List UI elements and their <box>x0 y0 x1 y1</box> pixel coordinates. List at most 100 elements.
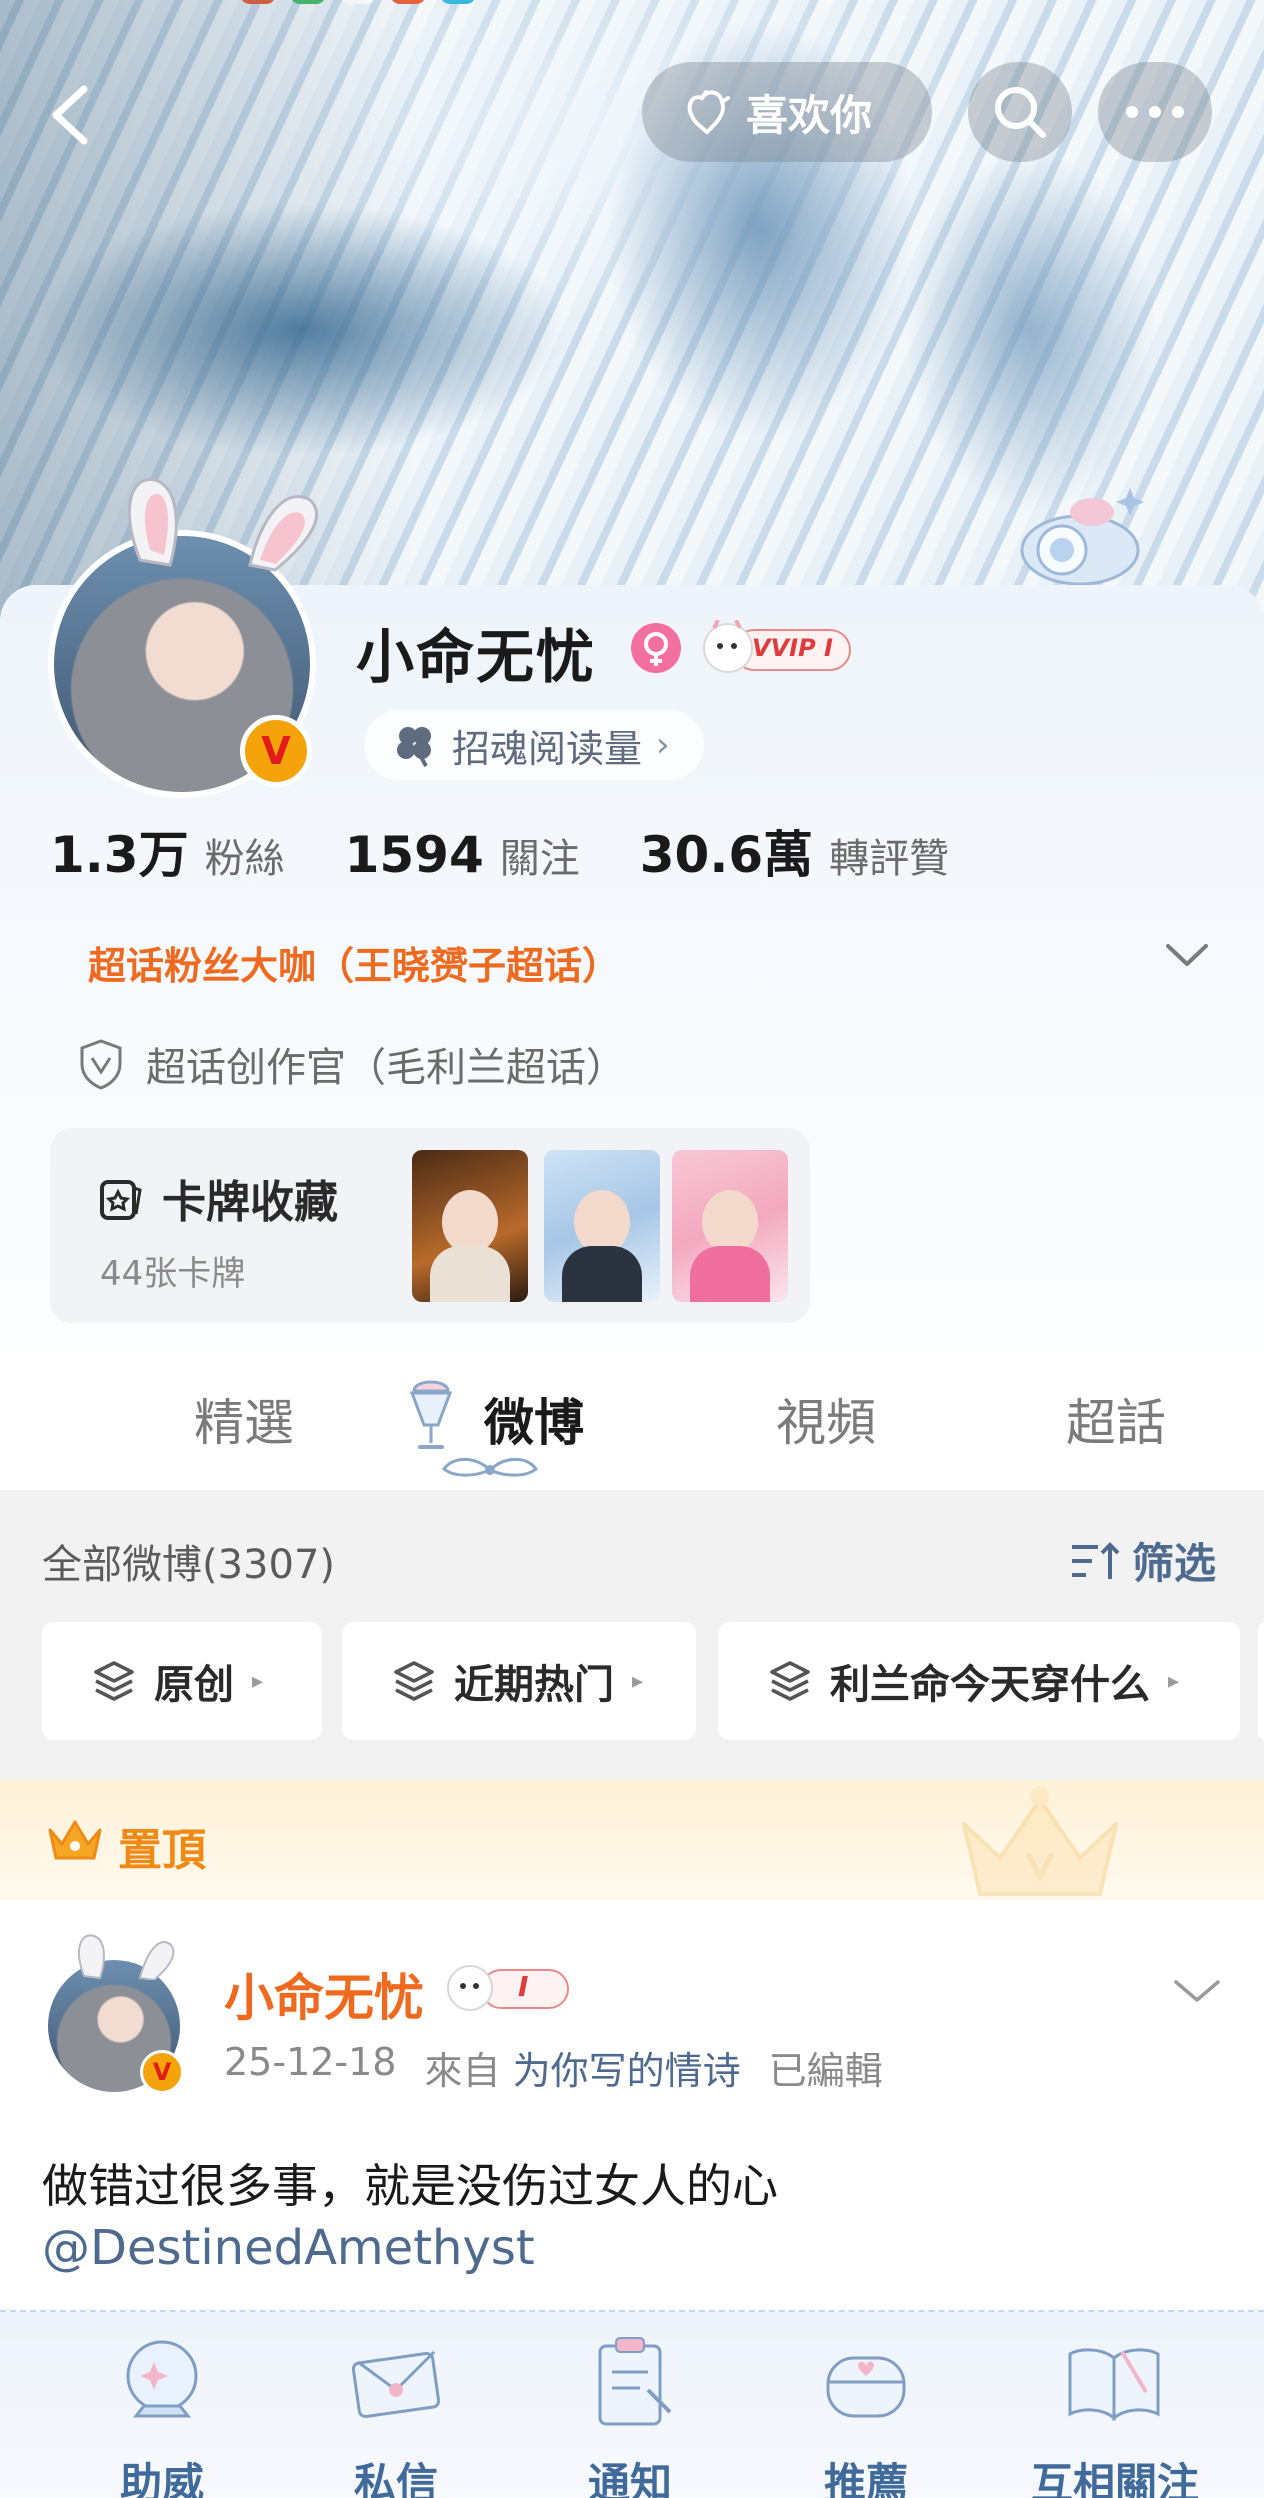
search-icon <box>995 87 1046 138</box>
chip-label: 利兰命今天穿什么 <box>830 1662 1150 1708</box>
profile-stats: 1.3万 粉絲 1594 關注 30.6萬 轉評贊 <box>50 815 1009 887</box>
more-dots-icon <box>1126 106 1184 118</box>
card-thumbnail[interactable] <box>412 1150 528 1302</box>
recommend-label: 推薦 <box>823 2459 908 2498</box>
followers-stat[interactable]: 1.3万 粉絲 <box>50 815 285 887</box>
verified-badge: V <box>240 715 312 787</box>
profile-tabs: 精選 微博 視頻 超話 <box>0 1355 1264 1490</box>
card-collection-title-row: 卡牌收藏 <box>96 1166 338 1230</box>
clipboard-icon <box>598 2337 672 2426</box>
bunny-ears-decoration-icon <box>127 478 318 572</box>
back-button[interactable] <box>40 80 100 150</box>
category-chip-original[interactable]: 原创 ▸ <box>42 1622 322 1740</box>
vvip-badge[interactable]: VVIP I <box>700 620 854 676</box>
pinned-label: 置頂 <box>118 1825 206 1876</box>
post-from-label: 來自 <box>424 2049 501 2093</box>
card-portrait-face <box>702 1190 758 1254</box>
star-card-icon <box>100 1180 142 1220</box>
crown-icon <box>48 1820 102 1860</box>
card-collection-title: 卡牌收藏 <box>162 1177 338 1228</box>
like-you-label: 喜欢你 <box>746 90 873 140</box>
envelope-icon <box>351 2350 441 2419</box>
post-member-badge[interactable]: I <box>442 1960 572 2014</box>
following-stat[interactable]: 1594 關注 <box>345 826 580 884</box>
layers-icon <box>770 1661 810 1701</box>
female-gender-icon <box>631 623 681 673</box>
card-portrait-face <box>574 1190 630 1254</box>
cheer-label: 助威 <box>119 2459 204 2498</box>
shield-v-icon <box>80 1039 122 1090</box>
layers-icon <box>94 1661 134 1701</box>
card-portrait-face <box>442 1190 498 1254</box>
followers-label: 粉絲 <box>204 836 285 882</box>
earbuds-case-icon <box>826 2356 906 2418</box>
cheer-button[interactable]: 助威 <box>72 2332 252 2498</box>
crystal-ball-icon <box>126 2340 198 2418</box>
read-count-chip[interactable]: 招魂阅读量 › <box>364 710 704 780</box>
bow-indicator-icon <box>441 1457 539 1477</box>
chip-arrow: ▸ <box>252 1668 264 1694</box>
weibo-list-header: 全部微博(3307) 筛选 原创 ▸ 近期热门 ▸ 利兰命今天穿什么 ▸ <box>0 1490 1264 1780</box>
messages-label: 私信 <box>353 2459 438 2498</box>
pinned-section: 置頂 <box>0 1780 1264 1900</box>
post-source-link[interactable]: 为你写的情诗 <box>513 2049 741 2093</box>
post-edited-label: 已編輯 <box>768 2049 883 2093</box>
recommend-button[interactable]: 推薦 <box>776 2332 956 2498</box>
next-chip-edge[interactable] <box>1258 1622 1264 1740</box>
chip-arrow: ▸ <box>632 1668 644 1694</box>
read-count-label: 招魂阅读量 <box>452 726 643 771</box>
vvip-badge-label: VVIP I <box>752 634 833 662</box>
chip-label: 原创 <box>154 1662 234 1708</box>
member-badge-label: I <box>518 1970 529 2003</box>
chevron-left-icon <box>52 85 88 145</box>
post-verified-badge: V <box>140 2050 184 2094</box>
notifications-button[interactable]: 通知 <box>540 2332 720 2498</box>
tab-super-topics[interactable]: 超話 <box>1066 1383 1166 1455</box>
like-you-button[interactable]: 喜欢你 <box>642 62 932 162</box>
category-chip-trending[interactable]: 近期热门 ▸ <box>342 1622 696 1740</box>
tab-weibo[interactable]: 微博 <box>484 1383 584 1455</box>
card-thumbnail[interactable] <box>544 1150 660 1302</box>
layers-icon <box>394 1661 434 1701</box>
chevron-down-icon[interactable] <box>1164 940 1210 970</box>
verified-mark: V <box>261 729 291 773</box>
engagement-count: 30.6萬 <box>639 826 814 884</box>
weibo-post[interactable]: V 小命无忧 I 25-12-18 來自 为你写的情诗 已編輯 做错过很多事，就… <box>0 1900 1264 2320</box>
all-weibo-count: 全部微博(3307) <box>42 1542 336 1588</box>
card-thumbnail[interactable] <box>672 1150 788 1302</box>
filter-label: 筛选 <box>1132 1539 1217 1588</box>
creator-title-label: 超话创作官（毛利兰超话） <box>146 1045 626 1091</box>
card-collection[interactable]: 卡牌收藏 44张卡牌 <box>50 1128 810 1323</box>
filter-button[interactable]: 筛选 <box>1068 1530 1216 1591</box>
card-portrait-body <box>430 1246 510 1302</box>
chevron-down-icon[interactable] <box>1172 1976 1222 2006</box>
clover-icon <box>397 727 431 767</box>
post-source-row: 來自 为你写的情诗 <box>424 2040 740 2095</box>
search-button[interactable] <box>968 62 1072 162</box>
post-date: 25-12-18 <box>224 2040 397 2084</box>
engagement-label: 轉評贊 <box>829 836 950 882</box>
post-meta: 25-12-18 來自 为你写的情诗 已編輯 <box>224 2040 883 2095</box>
card-collection-count: 44张卡牌 <box>100 1254 246 1294</box>
post-mention-link[interactable]: @DestinedAmethyst <box>42 2220 535 2276</box>
open-book-icon <box>1068 2348 1160 2422</box>
tab-featured[interactable]: 精選 <box>194 1383 294 1455</box>
profile-username: 小命无忧 <box>356 623 597 691</box>
mutual-follow-button[interactable]: 互相關注 <box>1010 2332 1220 2498</box>
followers-count: 1.3万 <box>50 826 189 884</box>
more-button[interactable] <box>1098 62 1212 162</box>
chip-arrow: ▸ <box>1168 1668 1180 1694</box>
member-badge-icon <box>447 1965 569 2011</box>
tab-videos[interactable]: 視頻 <box>776 1383 876 1455</box>
creator-title-row[interactable]: 超话创作官（毛利兰超话） <box>78 1035 626 1093</box>
verified-mark: V <box>152 2058 172 2086</box>
engagement-stat[interactable]: 30.6萬 轉評贊 <box>640 815 949 887</box>
card-portrait-body <box>690 1246 770 1302</box>
filter-sort-icon <box>1072 1541 1120 1579</box>
super-fan-title[interactable]: 超话粉丝大咖（王晓赟子超话） <box>88 935 620 990</box>
heart-hand-icon <box>687 90 730 135</box>
profile-screen: 喜欢你 V 小命无忧 VVIP I 招魂阅读量 › 1.3万 粉絲 1594 關… <box>0 0 1264 2498</box>
messages-button[interactable]: 私信 <box>306 2332 486 2498</box>
category-chip-outfit[interactable]: 利兰命今天穿什么 ▸ <box>718 1622 1240 1740</box>
post-author-name[interactable]: 小命无忧 <box>224 1958 424 2030</box>
